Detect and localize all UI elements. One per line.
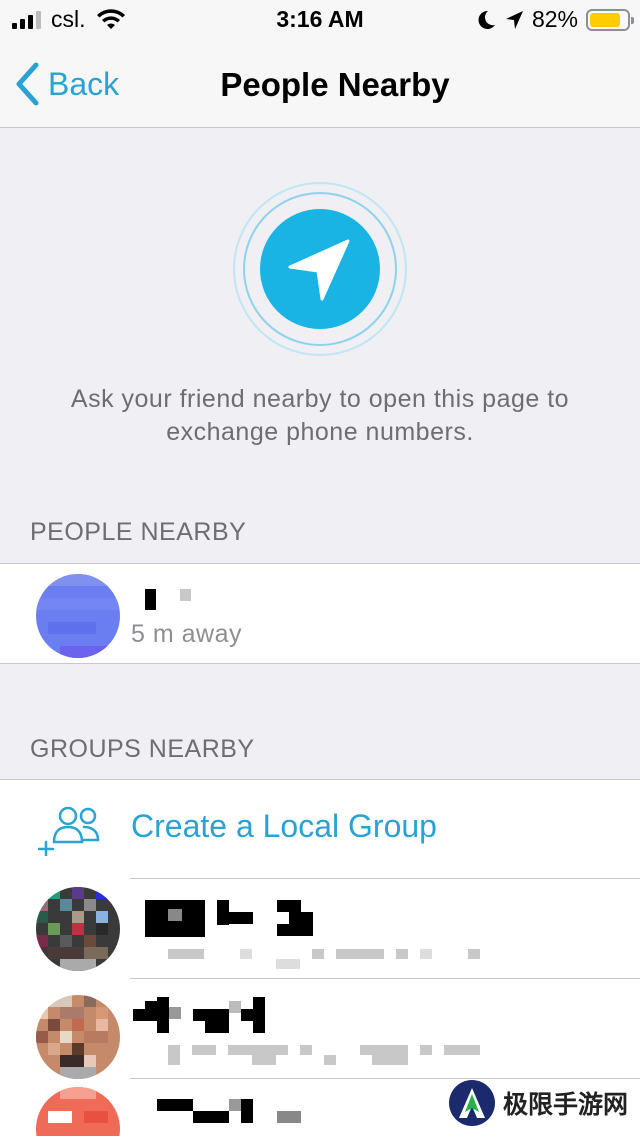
navigation-bar: Back People Nearby xyxy=(0,40,640,128)
battery-icon xyxy=(586,8,634,31)
blurred-name xyxy=(277,924,313,936)
blurred-name xyxy=(168,909,182,921)
people-nearby-header: PEOPLE NEARBY xyxy=(30,518,247,546)
blurred-subtitle xyxy=(324,1055,336,1065)
blurred-name xyxy=(169,1099,193,1111)
blurred-name xyxy=(229,1099,241,1111)
blurred-name xyxy=(205,1021,229,1033)
people-list: 5 m away xyxy=(0,563,640,664)
blurred-name xyxy=(289,912,313,924)
avatar xyxy=(36,574,120,658)
blurred-subtitle xyxy=(300,1045,312,1055)
create-local-group-label: Create a Local Group xyxy=(131,808,437,844)
blurred-subtitle xyxy=(168,949,204,959)
blurred-subtitle xyxy=(420,1045,432,1055)
battery-level xyxy=(590,12,620,27)
blurred-subtitle xyxy=(276,959,300,969)
blurred-subtitle xyxy=(168,1045,180,1065)
status-right: 82% xyxy=(476,6,634,33)
blurred-subtitle xyxy=(192,1045,216,1055)
watermark-logo xyxy=(448,1080,495,1126)
blurred-subtitle xyxy=(444,1045,480,1055)
blurred-name xyxy=(193,1009,229,1021)
blurred-name xyxy=(241,1009,265,1021)
location-services-icon xyxy=(505,10,523,29)
page-title: People Nearby xyxy=(220,66,450,103)
blurred-name xyxy=(217,912,253,924)
hero-section: Ask your friend nearby to open this page… xyxy=(0,129,640,499)
group-row[interactable] xyxy=(0,879,640,979)
moon-icon xyxy=(478,10,495,29)
blurred-name xyxy=(241,1099,253,1123)
blurred-name xyxy=(277,900,301,912)
blurred-name xyxy=(157,997,169,1033)
blurred-subtitle xyxy=(252,1055,276,1065)
status-bar: csl. 3:16 AM 82% xyxy=(0,0,640,40)
blurred-name xyxy=(169,1007,181,1019)
blurred-subtitle xyxy=(420,949,432,959)
watermark-text: 极限手游网 xyxy=(502,1090,628,1119)
blurred-subtitle xyxy=(312,949,324,959)
location-arrow-icon xyxy=(233,182,407,356)
blurred-subtitle xyxy=(468,949,480,959)
blurred-name xyxy=(157,1099,169,1111)
blurred-subtitle xyxy=(336,949,384,959)
blurred-name xyxy=(253,1021,265,1033)
blurred-name xyxy=(145,589,156,610)
blurred-subtitle xyxy=(228,1045,288,1055)
person-row[interactable]: 5 m away xyxy=(0,564,640,664)
blurred-name xyxy=(277,1111,301,1123)
groups-nearby-header: GROUPS NEARBY xyxy=(30,735,255,763)
add-group-icon xyxy=(38,806,100,856)
battery-percent: 82% xyxy=(531,6,578,32)
blurred-name xyxy=(253,997,265,1009)
avatar xyxy=(36,1087,120,1136)
mountain-icon xyxy=(458,1088,485,1118)
blurred-name xyxy=(193,1111,229,1123)
blurred-subtitle xyxy=(360,1045,408,1055)
hero-description: Ask your friend nearby to open this page… xyxy=(70,385,570,446)
avatar xyxy=(36,887,120,971)
blurred-name xyxy=(229,1001,241,1013)
blurred-name xyxy=(180,589,191,601)
watermark: 极限手游网 xyxy=(448,1080,628,1126)
group-row[interactable] xyxy=(0,979,640,1079)
blurred-subtitle xyxy=(372,1055,408,1065)
create-local-group-button[interactable]: Create a Local Group xyxy=(0,780,640,878)
blurred-subtitle xyxy=(396,949,408,959)
blurred-subtitle xyxy=(240,949,252,959)
avatar xyxy=(36,995,120,1079)
person-distance: 5 m away xyxy=(131,620,242,648)
